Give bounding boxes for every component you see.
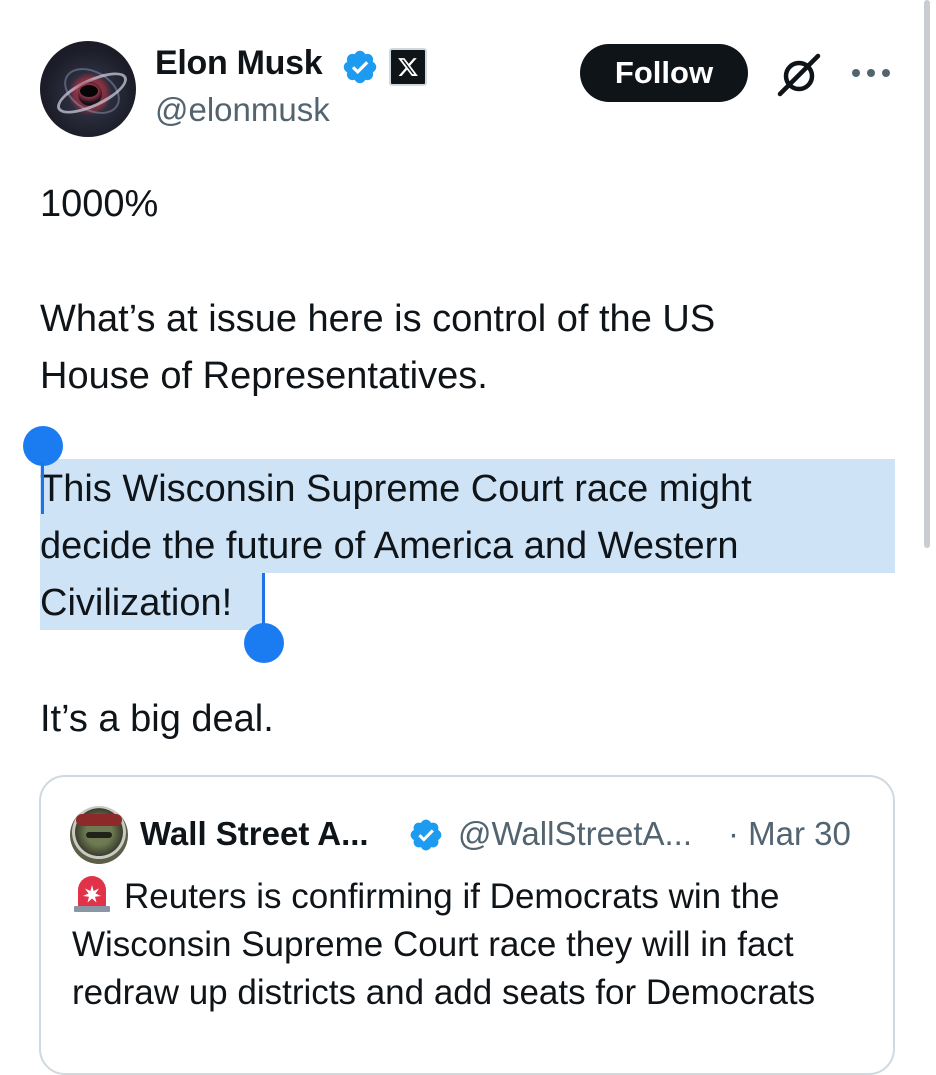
quoted-verified-badge-icon xyxy=(410,819,442,851)
follow-button[interactable]: Follow xyxy=(580,44,748,102)
quoted-tweet-date: · Mar 30 xyxy=(728,815,851,852)
selection-end-handle[interactable] xyxy=(244,623,284,663)
tweet-text-p2-line1: What’s at issue here is control of the U… xyxy=(40,298,716,340)
quoted-text-line3: redraw up districts and add seats for De… xyxy=(72,973,816,1012)
grok-icon[interactable] xyxy=(774,50,824,100)
author-name[interactable]: Elon Musk xyxy=(155,44,323,83)
author-avatar[interactable] xyxy=(40,41,136,137)
quoted-text-line1-content: Reuters is confirming if Democrats win t… xyxy=(124,877,780,916)
selection-end-caret xyxy=(262,573,265,625)
rotating-light-icon xyxy=(74,876,110,912)
scrollbar[interactable] xyxy=(924,0,930,548)
tweet-text-p2-line2: House of Representatives. xyxy=(40,355,488,397)
tweet-text-p3-line1: This Wisconsin Supreme Court race might xyxy=(40,468,752,510)
more-options-icon[interactable] xyxy=(850,62,892,84)
quoted-text-line1: Reuters is confirming if Democrats win t… xyxy=(72,873,780,921)
tweet-text-p4: It’s a big deal. xyxy=(40,698,274,740)
x-affiliate-badge-icon xyxy=(389,48,427,86)
author-handle[interactable]: @elonmusk xyxy=(155,91,330,129)
verified-badge-icon xyxy=(343,50,377,84)
selection-start-caret xyxy=(41,462,44,514)
tweet-text-p3-line2: decide the future of America and Western xyxy=(40,525,739,567)
quoted-author-handle: @WallStreetA... xyxy=(458,815,692,852)
selection-start-handle[interactable] xyxy=(23,426,63,466)
quoted-text-line2: Wisconsin Supreme Court race they will i… xyxy=(72,925,794,964)
tweet-text-p3-line3: Civilization! xyxy=(40,582,233,624)
tweet-text-p1: 1000% xyxy=(40,183,159,225)
quoted-author-avatar[interactable] xyxy=(70,806,128,864)
quoted-author-name: Wall Street A... xyxy=(140,815,369,852)
